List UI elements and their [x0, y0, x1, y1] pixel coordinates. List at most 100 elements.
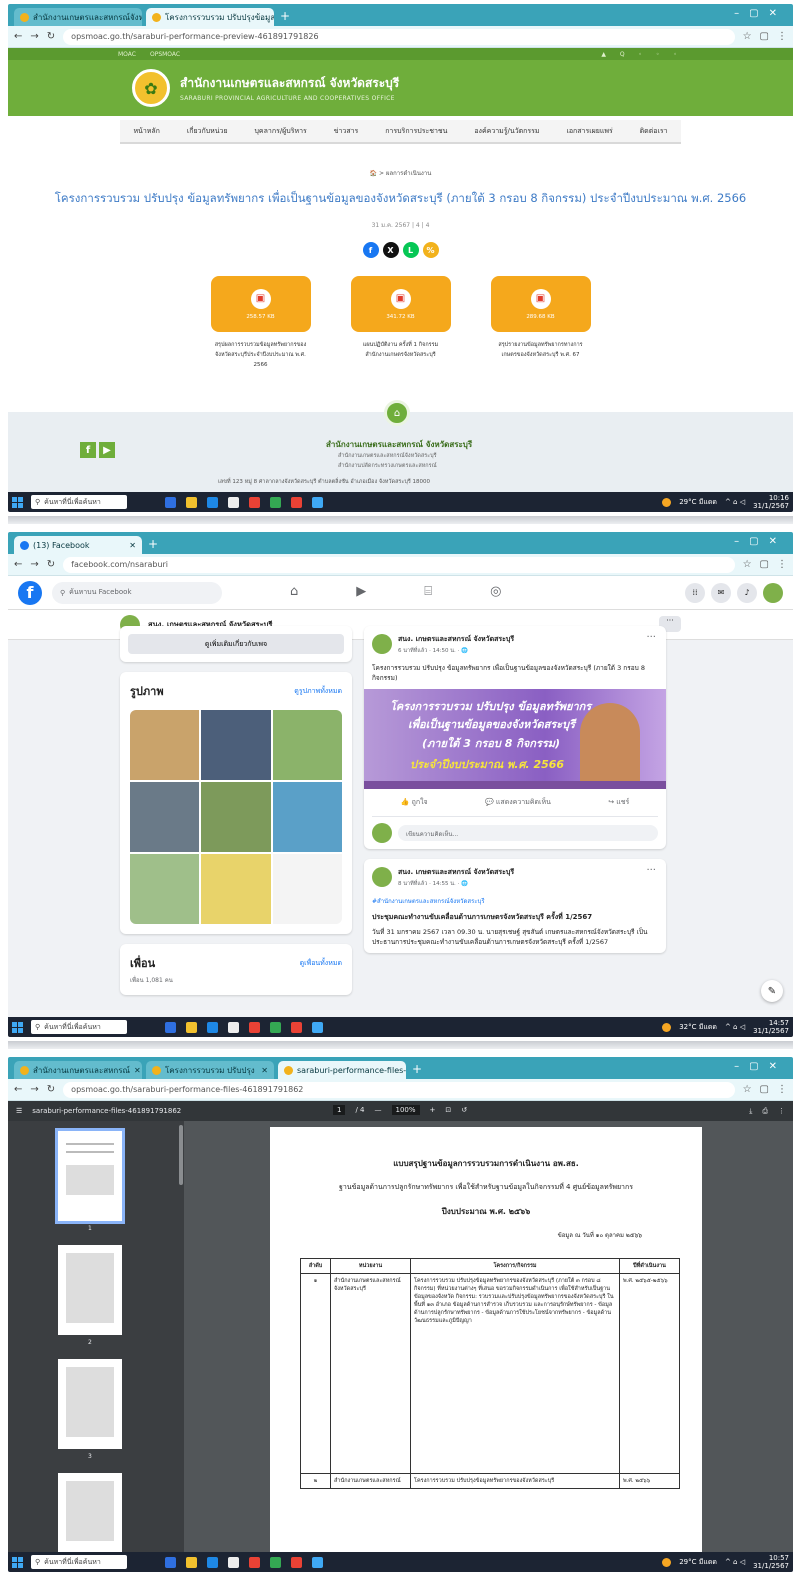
window-controls[interactable]: –▢✕ [734, 536, 787, 547]
hashtag-link[interactable]: #สำนักงานเกษตรและสหกรณ์จังหวัดสระบุรี [364, 896, 666, 910]
app-icon[interactable] [291, 1556, 302, 1568]
nav-item[interactable]: ติดต่อเรา [640, 126, 668, 137]
reload-icon[interactable]: ↻ [47, 559, 55, 570]
tray-icons[interactable]: ^ ⌂ ◁ [725, 1558, 745, 1566]
marketplace-icon[interactable]: ⌸ [424, 584, 432, 599]
photo-thumb[interactable] [130, 782, 200, 852]
page-thumbnail[interactable] [58, 1473, 122, 1553]
windows-start-icon[interactable] [12, 1021, 23, 1033]
nav-item[interactable]: บุคลากร/ผู้บริหาร [254, 126, 306, 137]
windows-start-icon[interactable] [12, 496, 23, 508]
post-options-icon[interactable]: ··· [646, 632, 656, 643]
app-icon[interactable] [291, 1021, 302, 1033]
see-more-about-button[interactable]: ดูเพิ่มเติมเกี่ยวกับเพจ [128, 634, 344, 654]
explorer-icon[interactable] [186, 496, 197, 508]
facebook-search-input[interactable]: ⚲ ค้นหาบน Facebook [52, 581, 222, 604]
browser-tab[interactable]: สำนักงานเกษตรและสหกรณ์ ✕ [14, 1061, 142, 1079]
gaming-icon[interactable]: ◎ [490, 584, 501, 599]
link-share-icon[interactable]: % [422, 242, 439, 258]
menu-icon[interactable]: ⋮ [777, 559, 787, 570]
app-icon[interactable] [228, 1021, 239, 1033]
close-tab-icon[interactable]: ✕ [261, 1066, 268, 1075]
sidebar-menu-icon[interactable]: ☰ [16, 1107, 22, 1115]
chrome-icon[interactable] [249, 496, 260, 508]
task-view-icon[interactable] [165, 1556, 176, 1568]
photo-thumb[interactable] [130, 854, 200, 924]
task-view-icon[interactable] [165, 496, 176, 508]
breadcrumb[interactable]: 🏠 > ผลการดำเนินงาน [8, 168, 793, 178]
notifications-icon[interactable]: ♪ [737, 582, 757, 603]
browser-tab[interactable]: สำนักงานเกษตรและสหกรณ์จังหวัดสระบุรี✕ [14, 8, 142, 26]
facebook-logo-icon[interactable]: f [18, 580, 42, 605]
page-thumbnail[interactable] [55, 1128, 125, 1224]
photo-thumb[interactable] [201, 710, 271, 780]
home-icon[interactable]: ⌂ [290, 584, 298, 599]
back-icon[interactable]: ← [14, 31, 22, 42]
explorer-icon[interactable] [186, 1021, 197, 1033]
url-field[interactable]: opsmoac.go.th/saraburi-performance-files… [63, 1081, 735, 1098]
pdf-viewport[interactable]: 1 2 3 แบบสรุปฐานข้อมูลการรวบรวมการดำเนิน… [8, 1121, 793, 1572]
forward-icon[interactable]: → [30, 31, 38, 42]
zoom-level-input[interactable]: 100% [391, 1105, 420, 1115]
share-button[interactable]: ↪ แชร์ [608, 797, 629, 808]
app-icon[interactable] [270, 1556, 281, 1568]
tray-icons[interactable]: ^ ⌂ ◁ [725, 1023, 745, 1031]
app-icon[interactable] [228, 496, 239, 508]
zoom-in-icon[interactable]: + [430, 1106, 436, 1114]
nav-item[interactable]: หน้าหลัก [133, 126, 159, 137]
photo-thumb[interactable] [272, 854, 342, 924]
watch-icon[interactable]: ▶ [356, 584, 366, 599]
youtube-icon[interactable]: ▶ [99, 442, 115, 458]
browser-tab-active[interactable]: (13) Facebook ✕ [14, 536, 142, 554]
x-share-icon[interactable]: X [382, 242, 399, 258]
star-icon[interactable]: ☆ [743, 1084, 752, 1095]
forward-icon[interactable]: → [30, 559, 38, 570]
app-icon[interactable] [312, 1556, 323, 1568]
photo-thumb[interactable] [272, 782, 342, 852]
page-avatar[interactable] [372, 634, 392, 654]
close-tab-icon[interactable]: ✕ [134, 1066, 141, 1075]
app-icon[interactable] [228, 1556, 239, 1568]
extensions-icon[interactable]: ▢ [760, 31, 769, 42]
more-icon[interactable]: ⋮ [778, 1107, 785, 1116]
nav-item[interactable]: เอกสารเผยแพร่ [566, 126, 612, 137]
new-tab-icon[interactable]: + [280, 9, 290, 23]
nav-item[interactable]: องค์ความรู้/นวัตกรรม [474, 126, 539, 137]
star-icon[interactable]: ☆ [743, 31, 752, 42]
store-icon[interactable] [207, 496, 218, 508]
photo-thumb[interactable] [201, 854, 271, 924]
nav-item[interactable]: การบริการประชาชน [385, 126, 447, 137]
new-tab-icon[interactable]: + [412, 1062, 422, 1076]
store-icon[interactable] [207, 1021, 218, 1033]
file-card[interactable]: ▣ 341.72 KB แผนปฏิบัติงาน ครั้งที่ 1 กิจก… [350, 276, 451, 370]
close-tab-icon[interactable]: ✕ [129, 541, 136, 550]
star-icon[interactable]: ☆ [743, 559, 752, 570]
menu-icon[interactable]: ⋮ [777, 31, 787, 42]
taskbar-search[interactable]: ⚲ ค้นหาที่นี่เพื่อค้นหา [31, 495, 127, 509]
like-button[interactable]: 👍 ถูกใจ [401, 797, 428, 808]
windows-start-icon[interactable] [12, 1556, 23, 1568]
see-all-friends-link[interactable]: ดูเพื่อนทั้งหมด [300, 958, 342, 969]
apps-menu-icon[interactable]: ⁞⁞ [685, 582, 705, 603]
app-icon[interactable] [291, 496, 302, 508]
app-icon[interactable] [270, 1021, 281, 1033]
tray-icons[interactable]: ^ ⌂ ◁ [725, 498, 745, 506]
taskbar-clock[interactable]: 14:57 31/1/2567 [753, 1019, 789, 1035]
zoom-out-icon[interactable]: — [375, 1106, 382, 1114]
app-icon[interactable] [312, 1021, 323, 1033]
post-image[interactable]: โครงการรวบรวม ปรับปรุง ข้อมูลทรัพยากร เพ… [364, 689, 666, 789]
taskbar-clock[interactable]: 10:57 31/1/2567 [753, 1554, 789, 1570]
app-icon[interactable] [270, 496, 281, 508]
page-number-input[interactable]: 1 [333, 1105, 346, 1115]
line-share-icon[interactable]: L [402, 242, 419, 258]
avatar[interactable] [763, 582, 783, 603]
taskbar-search[interactable]: ⚲ ค้นหาที่นี่เพื่อค้นหา [31, 1020, 127, 1034]
extensions-icon[interactable]: ▢ [760, 559, 769, 570]
new-message-icon[interactable]: ✎ [761, 980, 783, 1002]
store-icon[interactable] [207, 1556, 218, 1568]
browser-tab-active[interactable]: saraburi-performance-files-461✕ [278, 1061, 406, 1079]
see-all-photos-link[interactable]: ดูรูปภาพทั้งหมด [294, 686, 342, 697]
photo-thumb[interactable] [130, 710, 200, 780]
back-icon[interactable]: ← [14, 1084, 22, 1095]
window-controls[interactable]: –▢✕ [734, 1061, 787, 1072]
